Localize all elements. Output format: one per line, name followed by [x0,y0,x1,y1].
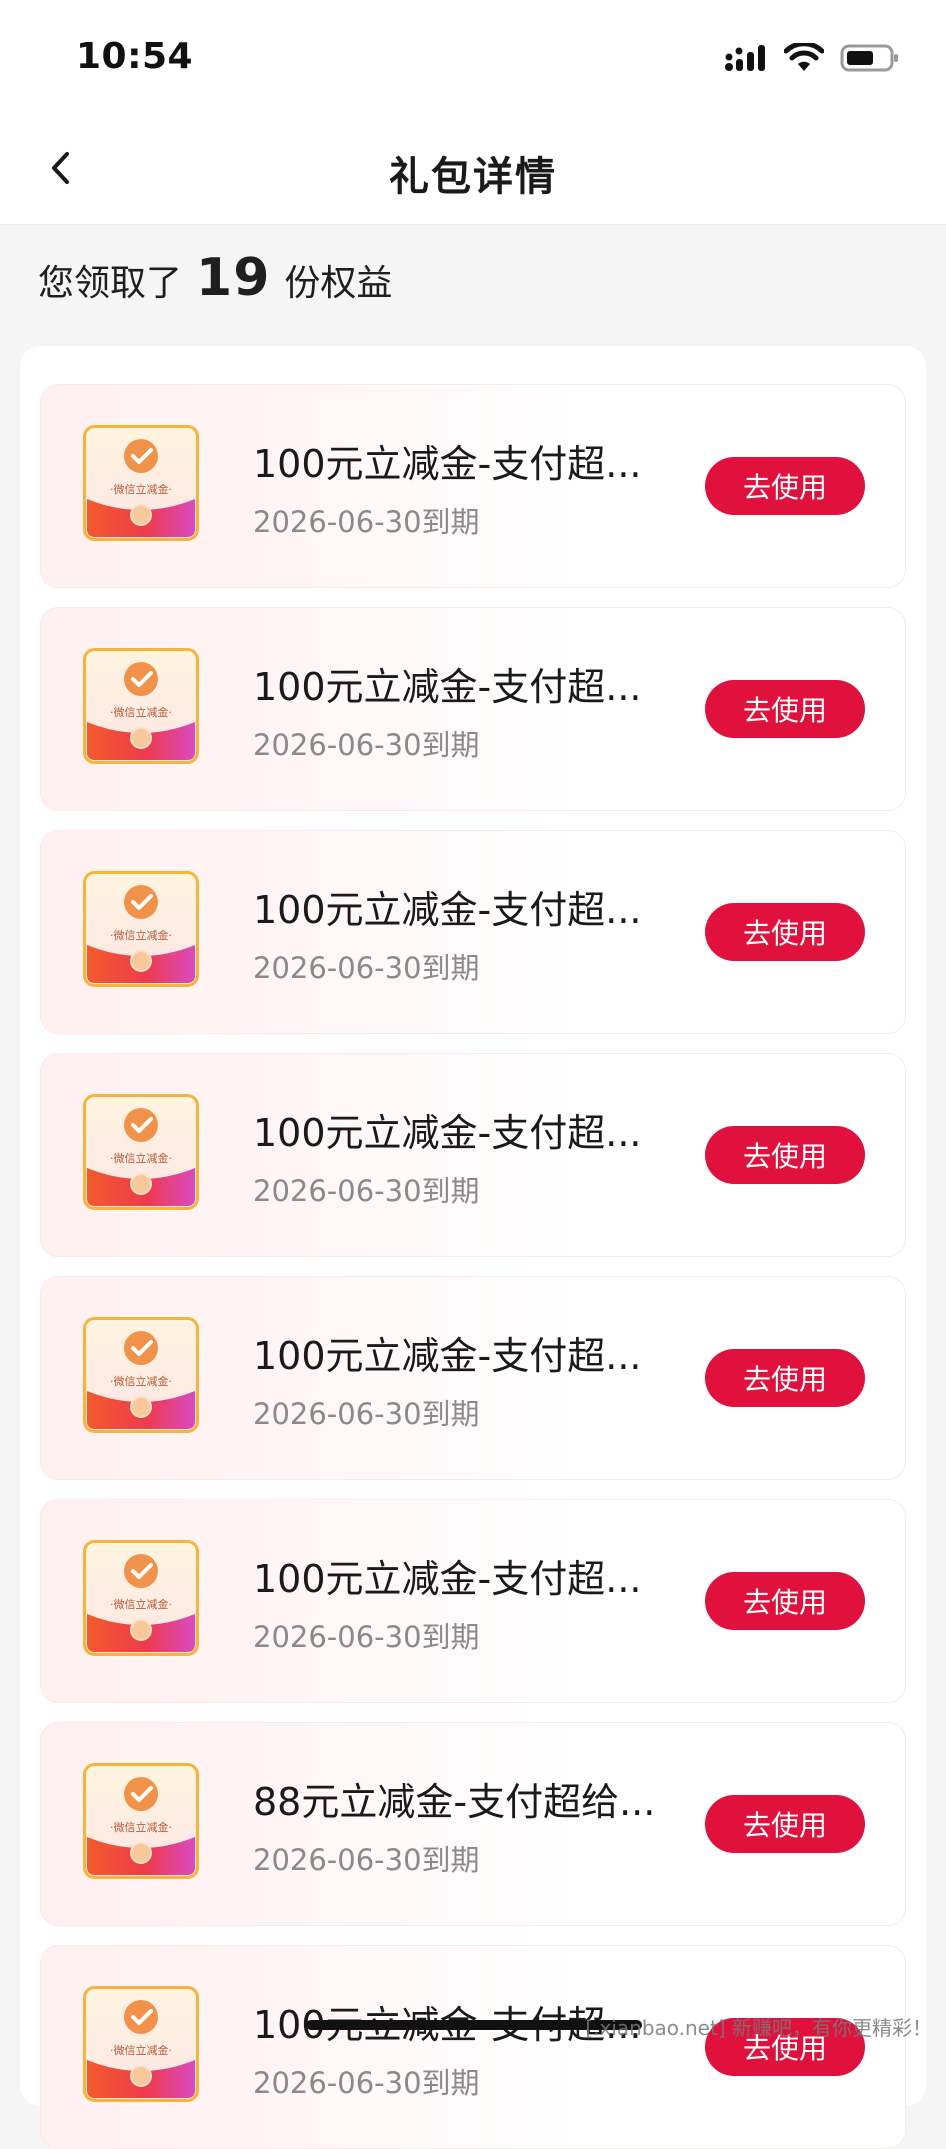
list-item[interactable]: ·微信立减金· 88元立减金-支付超给... 2026-06-30到期 去使用 [40,1722,906,1926]
coupon-badge-label: ·微信立减金· [110,706,172,719]
coupon-thumbnail: ·微信立减金· [83,1094,199,1210]
item-expiry: 2026-06-30到期 [253,1843,480,1877]
use-button[interactable]: 去使用 [705,903,865,961]
item-expiry: 2026-06-30到期 [253,1174,480,1208]
list-item[interactable]: ·微信立减金· 100元立减金-支付超... 2026-06-30到期 去使用 [40,1499,906,1703]
item-expiry: 2026-06-30到期 [253,505,480,539]
use-button[interactable]: 去使用 [705,1349,865,1407]
summary-suffix: 份权益 [284,263,393,304]
status-time: 10:54 [76,36,194,77]
use-button[interactable]: 去使用 [705,1126,865,1184]
cellular-signal-icon [724,43,768,77]
coupon-thumbnail: ·微信立减金· [83,1540,199,1656]
coupon-badge-label: ·微信立减金· [110,483,172,496]
use-button[interactable]: 去使用 [705,1572,865,1630]
coupon-thumbnail: ·微信立减金· [83,1763,199,1879]
list-item[interactable]: ·微信立减金· 100元立减金-支付超... 2026-06-30到期 去使用 [40,1053,906,1257]
list-item[interactable]: ·微信立减金· 100元立减金-支付超... 2026-06-30到期 去使用 [40,384,906,588]
status-icons [724,40,900,80]
item-expiry: 2026-06-30到期 [253,1620,480,1654]
list-item[interactable]: ·微信立减金· 100元立减金-支付超... 2026-06-30到期 去使用 [40,607,906,811]
status-bar: 10:54 [0,0,946,118]
watermark-text: [.xianbao.net] 新赚吧，有你更精彩！ [585,2016,932,2040]
coupon-badge-label: ·微信立减金· [110,1598,172,1611]
benefits-count: 19 [196,248,271,308]
coupon-badge-label: ·微信立减金· [110,929,172,942]
wifi-icon [783,41,825,77]
item-expiry: 2026-06-30到期 [253,1397,480,1431]
item-title: 100元立减金-支付超... [253,1111,642,1155]
item-title: 100元立减金-支付超... [253,1557,642,1601]
coupon-thumbnail: ·微信立减金· [83,871,199,987]
benefits-summary: 您领取了 19 份权益 [38,248,392,308]
coupon-badge-label: ·微信立减金· [110,2044,172,2057]
item-expiry: 2026-06-30到期 [253,2066,480,2100]
coupon-thumbnail: ·微信立减金· [83,1986,199,2102]
use-button[interactable]: 去使用 [705,680,865,738]
use-button[interactable]: 去使用 [705,1795,865,1853]
battery-icon [840,43,900,77]
use-button[interactable]: 去使用 [705,457,865,515]
nav-bar: 礼包详情 [0,118,946,225]
item-expiry: 2026-06-30到期 [253,951,480,985]
item-expiry: 2026-06-30到期 [253,728,480,762]
page-title: 礼包详情 [389,154,557,200]
item-title: 100元立减金-支付超... [253,665,642,709]
coupon-badge-label: ·微信立减金· [110,1821,172,1834]
item-title: 100元立减金-支付超... [253,888,642,932]
summary-prefix: 您领取了 [38,263,183,304]
list-item[interactable]: ·微信立减金· 100元立减金-支付超... 2026-06-30到期 去使用 [40,1276,906,1480]
coupon-thumbnail: ·微信立减金· [83,1317,199,1433]
benefits-card: ·微信立减金· 100元立减金-支付超... 2026-06-30到期 去使用 ·微信立… [20,346,926,2149]
coupon-thumbnail: ·微信立减金· [83,648,199,764]
list-item[interactable]: ·微信立减金· 100元立减金-支付超... 2026-06-30到期 去使用 [40,830,906,1034]
item-title: 100元立减金-支付超... [253,442,642,486]
item-title: 88元立减金-支付超给... [253,1780,656,1824]
coupon-thumbnail: ·微信立减金· [83,425,199,541]
item-title: 100元立减金-支付超... [253,1334,642,1378]
list-item[interactable]: ·微信立减金·100元立减金-支付超...2026-06-30到期去使用 [40,1945,906,2149]
coupon-badge-label: ·微信立减金· [110,1375,172,1388]
coupon-badge-label: ·微信立减金· [110,1152,172,1165]
